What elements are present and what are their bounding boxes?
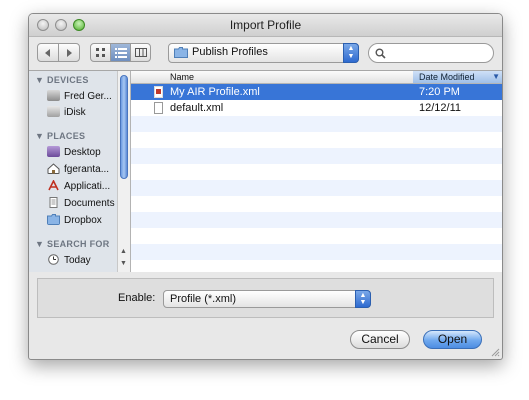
column-header-name[interactable]: Name [170,71,194,83]
sidebar-scrollbar[interactable]: ▲ ▼ [117,71,130,272]
open-button[interactable]: Open [423,330,482,349]
folder-icon [174,47,188,58]
sidebar-item-idisk[interactable]: iDisk [47,105,86,121]
sidebar-item-dropbox[interactable]: Dropbox [47,213,102,229]
disk-icon [47,106,60,117]
location-popup[interactable]: Publish Profiles ▲ ▼ [168,43,359,63]
columns-icon [134,48,147,57]
grid-icon [96,48,105,57]
list-view-button[interactable] [110,43,131,62]
options-panel: Enable: Profile (*.xml) ▲ ▼ [37,278,494,318]
sidebar-item-documents[interactable]: Documents [47,196,115,212]
minimize-window-icon[interactable] [55,19,67,31]
enable-label: Enable: [118,292,156,304]
toolbar: Publish Profiles ▲ ▼ [29,37,502,69]
column-header: Name Date Modified ▼ [131,71,502,84]
sidebar-item-today[interactable]: Today [47,253,91,269]
scroll-thumb[interactable] [120,75,128,179]
home-icon [47,163,60,174]
computer-icon [47,90,60,101]
popup-arrows-icon: ▲ ▼ [343,43,359,63]
empty-row [131,148,502,164]
search-field[interactable] [368,43,494,63]
cancel-button[interactable]: Cancel [350,330,410,349]
column-view-button[interactable] [130,43,151,62]
sidebar-item-fred-ger[interactable]: Fred Ger... [47,89,112,105]
search-input[interactable] [389,46,491,62]
file-browser: ▼ DEVICES Fred Ger... iDisk ▼ PLACES Des… [29,70,502,272]
forward-button[interactable] [58,43,80,62]
sidebar-header-search-for: ▼ SEARCH FOR [35,239,110,249]
triangle-right-icon [67,49,72,57]
document-file-icon [154,102,163,114]
desktop-icon [47,146,60,157]
icon-view-button[interactable] [90,43,111,62]
enable-popup[interactable]: Profile (*.xml) ▲ ▼ [163,290,371,308]
column-header-date-modified[interactable]: Date Modified ▼ [413,71,502,83]
popup-arrows-icon: ▲ ▼ [355,290,371,308]
file-row[interactable]: default.xml 12/12/11 [131,100,502,116]
file-row[interactable]: My AIR Profile.xml 7:20 PM [131,84,502,100]
enable-value: Profile (*.xml) [170,293,237,305]
file-list: Name Date Modified ▼ My AIR Profile.xml … [130,71,502,272]
scroll-up-icon[interactable]: ▲ [120,248,127,255]
xml-file-icon [154,86,163,98]
list-icon [114,48,127,58]
applications-icon [48,180,59,191]
triangle-left-icon [45,49,50,57]
window-title: Import Profile [229,18,302,32]
empty-row [131,180,502,196]
import-profile-dialog: Import Profile Publish Profiles ▲ ▼ ▼ DE… [28,13,503,360]
sidebar-item-desktop[interactable]: Desktop [47,145,101,161]
empty-row [131,212,502,228]
resize-grip-icon[interactable] [490,347,500,357]
sidebar: ▼ DEVICES Fred Ger... iDisk ▼ PLACES Des… [29,71,130,272]
empty-row [131,116,502,132]
empty-row [131,244,502,260]
sidebar-item-applications[interactable]: Applicati... [47,179,110,195]
close-window-icon[interactable] [37,19,49,31]
folder-icon [47,214,60,225]
zoom-window-icon[interactable] [73,19,85,31]
search-icon [375,48,386,59]
location-label: Publish Profiles [192,46,268,58]
sidebar-header-devices: ▼ DEVICES [35,75,89,85]
sidebar-header-places: ▼ PLACES [35,131,86,141]
title-bar: Import Profile [29,14,502,37]
back-button[interactable] [37,43,59,62]
sort-descending-icon: ▼ [492,72,500,81]
clock-icon [48,254,59,265]
scroll-down-icon[interactable]: ▼ [120,260,127,267]
sidebar-item-home[interactable]: fgeranta... [47,162,109,178]
documents-icon [49,197,58,208]
